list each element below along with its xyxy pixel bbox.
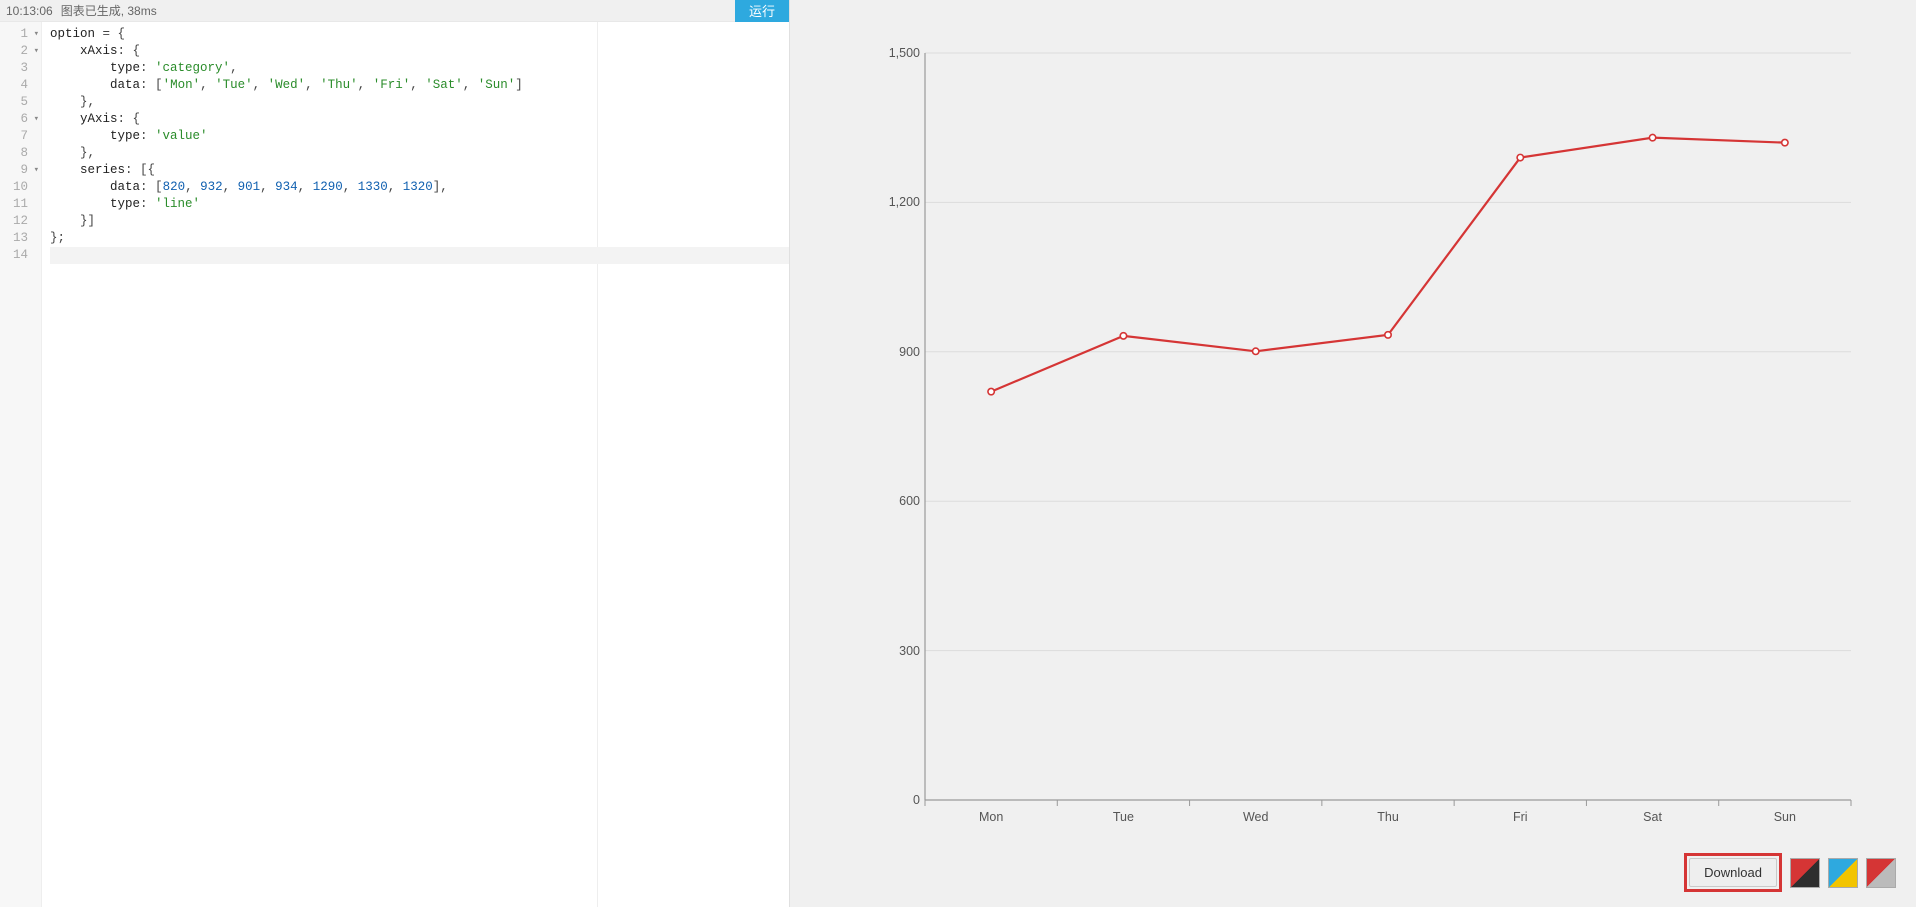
line-number: 9 bbox=[0, 162, 38, 179]
y-tick-label: 1,200 bbox=[860, 195, 920, 209]
code-line[interactable]: }] bbox=[50, 213, 789, 230]
theme-swatch-red-dark[interactable] bbox=[1790, 858, 1820, 888]
download-button[interactable]: Download bbox=[1689, 858, 1777, 887]
data-point[interactable] bbox=[1253, 348, 1259, 354]
chart-host: 0 300 600 900 1,200 1,500 Mon Tue Wed Thu Fri Sat Su… bbox=[830, 30, 1876, 850]
code-wrap: option = { xAxis: { type: 'category', da… bbox=[42, 22, 789, 907]
y-tick-label: 1,500 bbox=[860, 46, 920, 60]
x-tick-label: Mon bbox=[979, 810, 1003, 824]
y-tick-label: 900 bbox=[860, 345, 920, 359]
line-number: 8 bbox=[0, 145, 38, 162]
theme-swatch-blue-yellow[interactable] bbox=[1828, 858, 1858, 888]
code-line[interactable]: option = { bbox=[50, 26, 789, 43]
y-tick-label: 0 bbox=[860, 793, 920, 807]
code-line[interactable]: data: [820, 932, 901, 934, 1290, 1330, 1… bbox=[50, 179, 789, 196]
code-editor[interactable]: 1234567891011121314 option = { xAxis: { … bbox=[0, 22, 789, 907]
data-point[interactable] bbox=[1517, 154, 1523, 160]
code-line[interactable]: type: 'category', bbox=[50, 60, 789, 77]
data-point[interactable] bbox=[1120, 333, 1126, 339]
bottom-controls: Download bbox=[1684, 853, 1896, 892]
data-point[interactable] bbox=[988, 388, 994, 394]
code-line[interactable]: yAxis: { bbox=[50, 111, 789, 128]
code-line[interactable]: }, bbox=[50, 94, 789, 111]
line-number: 1 bbox=[0, 26, 38, 43]
code-line[interactable]: }; bbox=[50, 230, 789, 247]
status-time: 10:13:06 bbox=[6, 4, 53, 18]
x-tick-label: Wed bbox=[1243, 810, 1268, 824]
code-line[interactable]: type: 'value' bbox=[50, 128, 789, 145]
line-number: 2 bbox=[0, 43, 38, 60]
data-point[interactable] bbox=[1385, 332, 1391, 338]
code-line[interactable]: data: ['Mon', 'Tue', 'Wed', 'Thu', 'Fri'… bbox=[50, 77, 789, 94]
code-body[interactable]: option = { xAxis: { type: 'category', da… bbox=[42, 22, 789, 264]
theme-swatch-red-grey[interactable] bbox=[1866, 858, 1896, 888]
x-tick-label: Sat bbox=[1643, 810, 1662, 824]
line-number: 4 bbox=[0, 77, 38, 94]
code-line[interactable]: }, bbox=[50, 145, 789, 162]
chart-svg bbox=[830, 30, 1876, 850]
code-line[interactable]: series: [{ bbox=[50, 162, 789, 179]
line-number: 7 bbox=[0, 128, 38, 145]
data-point[interactable] bbox=[1649, 134, 1655, 140]
line-number: 3 bbox=[0, 60, 38, 77]
y-tick-label: 600 bbox=[860, 494, 920, 508]
code-line[interactable] bbox=[50, 247, 789, 264]
line-series bbox=[991, 138, 1785, 392]
line-number: 12 bbox=[0, 213, 38, 230]
y-tick-label: 300 bbox=[860, 644, 920, 658]
line-number: 14 bbox=[0, 247, 38, 264]
line-number: 10 bbox=[0, 179, 38, 196]
x-tick-label: Tue bbox=[1113, 810, 1134, 824]
line-number: 6 bbox=[0, 111, 38, 128]
line-number: 13 bbox=[0, 230, 38, 247]
preview-pane: 0 300 600 900 1,200 1,500 Mon Tue Wed Thu Fri Sat Su… bbox=[790, 0, 1916, 907]
x-tick-label: Fri bbox=[1513, 810, 1528, 824]
download-highlight: Download bbox=[1684, 853, 1782, 892]
line-number: 11 bbox=[0, 196, 38, 213]
status-message: 图表已生成, 38ms bbox=[61, 2, 157, 19]
app-root: 10:13:06 图表已生成, 38ms 运行 1234567891011121… bbox=[0, 0, 1916, 907]
data-point[interactable] bbox=[1782, 139, 1788, 145]
gutter: 1234567891011121314 bbox=[0, 22, 42, 907]
run-button[interactable]: 运行 bbox=[735, 0, 789, 22]
code-line[interactable]: xAxis: { bbox=[50, 43, 789, 60]
code-line[interactable]: type: 'line' bbox=[50, 196, 789, 213]
editor-pane: 10:13:06 图表已生成, 38ms 运行 1234567891011121… bbox=[0, 0, 790, 907]
line-number: 5 bbox=[0, 94, 38, 111]
x-tick-label: Sun bbox=[1774, 810, 1796, 824]
status-bar: 10:13:06 图表已生成, 38ms 运行 bbox=[0, 0, 789, 22]
x-tick-label: Thu bbox=[1377, 810, 1399, 824]
